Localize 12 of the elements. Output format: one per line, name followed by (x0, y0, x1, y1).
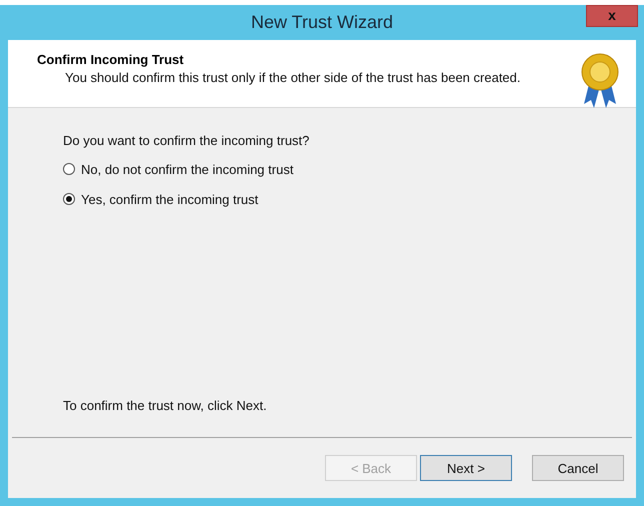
radio-button[interactable] (63, 193, 75, 205)
close-button[interactable]: x (586, 5, 638, 27)
radio-label[interactable]: No, do not confirm the incoming trust (81, 162, 294, 176)
wizard-button[interactable]: Cancel (532, 455, 624, 481)
wizard-button[interactable]: Next > (420, 455, 512, 481)
instruction-text: To confirm the trust now, click Next. (63, 398, 267, 413)
window-title: New Trust Wizard (250, 12, 394, 33)
radio-button[interactable] (63, 163, 75, 175)
page-title: Confirm Incoming Trust (37, 52, 185, 67)
question-text: Do you want to confirm the incoming trust? (63, 133, 310, 148)
page-subtitle: You should confirm this trust only if the other side of the trust has been created. (65, 70, 521, 85)
radio-label[interactable]: Yes, confirm the incoming trust (81, 192, 258, 206)
